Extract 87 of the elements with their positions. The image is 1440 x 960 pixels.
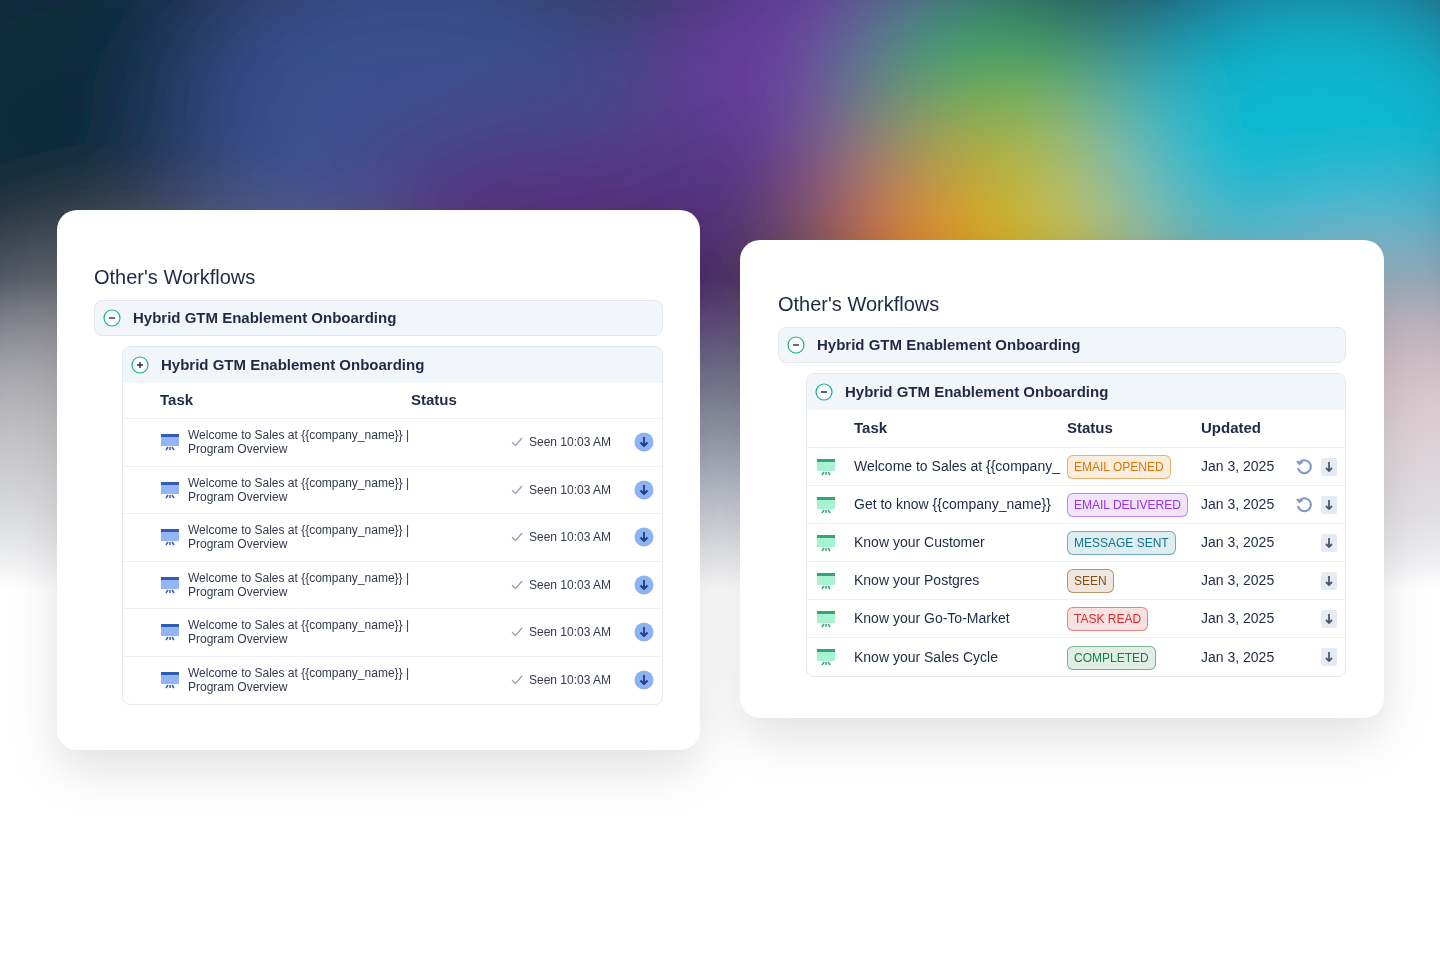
column-header: Task xyxy=(853,418,889,439)
status-text: Seen 10:03 AM xyxy=(529,481,612,499)
status-badge: EMAIL OPENED xyxy=(1067,455,1171,479)
workflow-name: Hybrid GTM Enablement Onboarding xyxy=(817,334,1081,355)
check-icon xyxy=(511,484,523,495)
presentation-board-icon xyxy=(816,532,836,553)
download-icon[interactable] xyxy=(634,527,654,548)
download-icon[interactable] xyxy=(634,479,654,500)
download-icon[interactable] xyxy=(1321,648,1337,666)
updated-date: Jan 3, 2025 xyxy=(1201,533,1276,552)
status-badge: SEEN xyxy=(1067,569,1114,593)
task-subtitle: Program Overview xyxy=(188,680,289,695)
task-title: Welcome to Sales at {{company_name}} | xyxy=(188,523,411,538)
status-text: Seen 10:03 AM xyxy=(529,576,612,594)
task-subtitle: Program Overview xyxy=(188,489,289,504)
updated-date: Jan 3, 2025 xyxy=(1201,495,1276,514)
presentation-board-icon xyxy=(816,494,836,515)
updated-date: Jan 3, 2025 xyxy=(1201,571,1276,590)
presentation-board-icon xyxy=(160,527,180,548)
check-icon xyxy=(511,437,523,448)
task-subtitle: Program Overview xyxy=(188,442,289,457)
section-title: Other's Workflows xyxy=(778,292,941,317)
download-icon[interactable] xyxy=(634,574,654,595)
group-header[interactable]: Hybrid GTM Enablement Onboarding xyxy=(123,347,662,383)
download-icon[interactable] xyxy=(1321,457,1337,476)
status-badge: MESSAGE SENT xyxy=(1067,531,1176,555)
download-icon[interactable] xyxy=(1321,609,1337,628)
workflow-header[interactable]: Hybrid GTM Enablement Onboarding xyxy=(94,300,663,336)
task-title: Welcome to Sales at {{company_name}} | xyxy=(188,666,411,681)
group-name: Hybrid GTM Enablement Onboarding xyxy=(845,381,1109,402)
task-name: Know your Postgres xyxy=(854,571,981,590)
column-header: Status xyxy=(411,390,457,411)
task-title: Welcome to Sales at {{company_name}} | xyxy=(188,570,411,585)
task-title: Welcome to Sales at {{company_name}} | xyxy=(188,618,411,633)
presentation-board-icon xyxy=(160,622,180,643)
download-icon[interactable] xyxy=(1321,495,1337,514)
presentation-board-icon xyxy=(160,432,180,453)
column-header: Task xyxy=(159,390,195,411)
group-header[interactable]: Hybrid GTM Enablement Onboarding xyxy=(807,374,1345,410)
task-subtitle: Program Overview xyxy=(188,537,289,552)
check-icon xyxy=(511,627,523,638)
task-name: Welcome to Sales at {{company_ xyxy=(854,457,1062,476)
status-badge: COMPLETED xyxy=(1067,645,1156,670)
task-name: Know your Customer xyxy=(854,533,986,552)
collapse-icon[interactable] xyxy=(103,309,121,327)
section-title: Other's Workflows xyxy=(94,265,257,290)
task-subtitle: Program Overview xyxy=(188,584,289,599)
retry-icon[interactable] xyxy=(1295,457,1313,476)
retry-icon[interactable] xyxy=(1295,495,1313,514)
status-text: Seen 10:03 AM xyxy=(529,624,612,642)
download-icon[interactable] xyxy=(634,432,654,453)
task-subtitle: Program Overview xyxy=(188,632,289,647)
status-text: Seen 10:03 AM xyxy=(529,434,612,452)
task-name: Know your Go-To-Market xyxy=(854,609,1011,628)
group-name: Hybrid GTM Enablement Onboarding xyxy=(161,354,425,375)
task-name: Know your Sales Cycle xyxy=(854,647,999,667)
status-text: Seen 10:03 AM xyxy=(529,529,612,547)
status-text: Seen 10:03 AM xyxy=(529,672,612,690)
presentation-board-icon xyxy=(816,456,836,477)
task-title: Welcome to Sales at {{company_name}} | xyxy=(188,428,411,443)
updated-date: Jan 3, 2025 xyxy=(1201,609,1276,628)
presentation-board-icon xyxy=(160,479,180,500)
status-badge: EMAIL DELIVERED xyxy=(1067,493,1188,517)
collapse-icon[interactable] xyxy=(815,383,833,401)
workflow-name: Hybrid GTM Enablement Onboarding xyxy=(133,307,397,328)
expand-icon[interactable] xyxy=(131,356,149,374)
presentation-board-icon xyxy=(160,574,180,595)
task-title: Welcome to Sales at {{company_name}} | xyxy=(188,475,411,490)
presentation-board-icon xyxy=(816,570,836,591)
status-badge: TASK READ xyxy=(1067,607,1149,631)
check-icon xyxy=(511,675,523,686)
download-icon[interactable] xyxy=(634,670,654,691)
presentation-board-icon xyxy=(816,647,836,667)
download-icon[interactable] xyxy=(1321,571,1337,590)
presentation-board-icon xyxy=(816,608,836,629)
download-icon[interactable] xyxy=(1321,533,1337,552)
updated-date: Jan 3, 2025 xyxy=(1201,647,1276,667)
workflow-header[interactable]: Hybrid GTM Enablement Onboarding xyxy=(778,327,1346,363)
check-icon xyxy=(511,579,523,590)
download-icon[interactable] xyxy=(634,622,654,643)
column-header: Status xyxy=(1067,418,1114,439)
presentation-board-icon xyxy=(160,670,180,691)
updated-date: Jan 3, 2025 xyxy=(1201,457,1276,476)
collapse-icon[interactable] xyxy=(787,336,805,354)
task-name: Get to know {{company_name}} xyxy=(854,495,1052,514)
check-icon xyxy=(511,532,523,543)
column-header: Updated xyxy=(1201,418,1261,439)
